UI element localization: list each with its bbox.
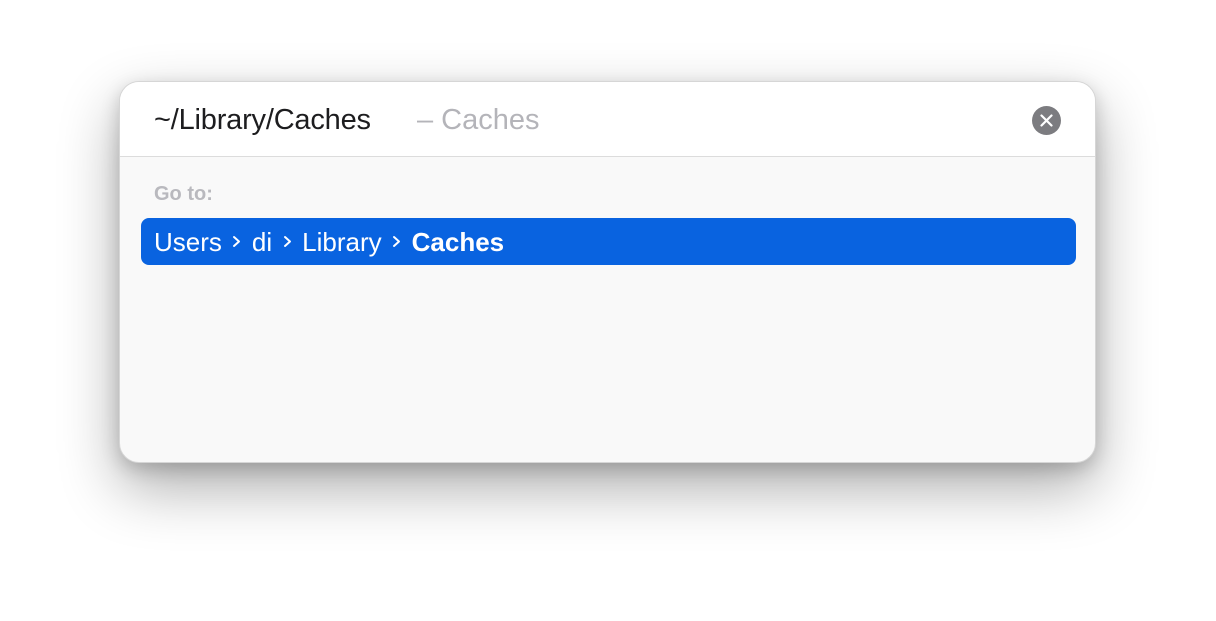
go-to-label: Go to: bbox=[154, 183, 213, 205]
go-to-folder-dialog: ~/Library/Caches – Caches Go to: Users d… bbox=[119, 81, 1096, 463]
search-bar: ~/Library/Caches – Caches bbox=[120, 82, 1095, 157]
crumb-users: Users bbox=[154, 226, 222, 257]
chevron-right-icon bbox=[274, 227, 300, 257]
crumb-di: di bbox=[251, 226, 273, 257]
chevron-right-icon bbox=[224, 227, 250, 257]
path-input[interactable]: ~/Library/Caches bbox=[154, 102, 371, 138]
close-icon bbox=[1040, 114, 1053, 127]
completion-hint: – Caches bbox=[417, 104, 540, 136]
crumb-caches: Caches bbox=[411, 226, 505, 257]
chevron-right-icon bbox=[384, 227, 410, 257]
crumb-library: Library bbox=[302, 226, 382, 257]
clear-button[interactable] bbox=[1032, 106, 1061, 135]
result-row-selected[interactable]: Users di Library Caches bbox=[141, 218, 1076, 265]
